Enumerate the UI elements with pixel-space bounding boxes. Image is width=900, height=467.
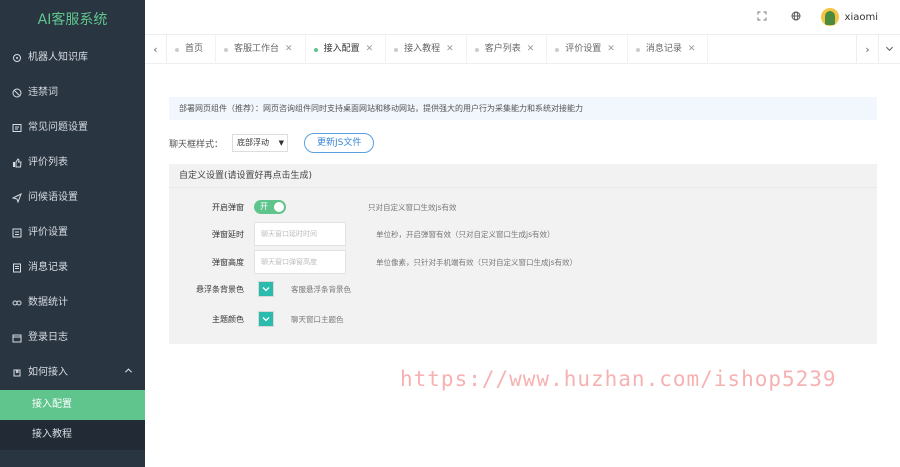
tab-workbench[interactable]: 客服工作台 ✕ [216, 35, 306, 64]
popup-toggle[interactable]: 开 [254, 200, 286, 214]
tab-rating-settings[interactable]: 评价设置 ✕ [547, 35, 628, 64]
sidebar-item-label: 评价设置 [28, 227, 68, 238]
tabs: 首页 客服工作台 ✕ 接入配置 ✕ 接入教程 ✕ 客户列表 ✕ 评价设置 ✕ 消息记录 ✕ [167, 35, 709, 64]
caret-down-icon: ▼ [278, 139, 284, 147]
sidebar-item-how-to-integrate[interactable]: 如何接入 [0, 355, 145, 390]
send-icon [12, 192, 22, 203]
popup-switch-hint: 只对自定义窗口生效js有效 [368, 202, 457, 212]
tab-home[interactable]: 首页 [167, 35, 217, 64]
panel-title: 自定义设置(请设置好再点击生成) [169, 164, 877, 188]
fullscreen-icon[interactable] [745, 11, 779, 24]
tab-bar: ‹ 首页 客服工作台 ✕ 接入配置 ✕ 接入教程 ✕ 客户列表 ✕ 评价设置 ✕ 消息记录… [145, 34, 900, 64]
close-icon[interactable]: ✕ [688, 44, 696, 54]
sidebar-item-greetings[interactable]: 问候语设置 [0, 180, 145, 215]
sidebar-subitem-integration-tutorial[interactable]: 接入教程 [0, 420, 145, 450]
popup-height-input[interactable]: 聊天窗口弹窗高度 [254, 250, 346, 274]
sidebar-item-label: 登录日志 [28, 332, 68, 343]
sidebar-item-faq[interactable]: 常见问题设置 [0, 110, 145, 145]
close-icon[interactable]: ✕ [285, 44, 293, 54]
sidebar: AI客服系统 机器人知识库 违禁词 常见问题设置 评价列表 问候语设置 评价设置… [0, 0, 145, 467]
update-js-button[interactable]: 更新JS文件 [304, 133, 375, 153]
message-icon [12, 263, 22, 273]
sidebar-item-label: 如何接入 [28, 367, 68, 378]
popup-switch-label: 开启弹窗 [212, 202, 244, 212]
app-logo: AI客服系统 [37, 12, 108, 28]
sidebar-item-label: 消息记录 [28, 262, 68, 273]
thumb-icon [12, 157, 22, 168]
chevron-down-icon[interactable] [878, 35, 900, 64]
popup-delay-hint: 单位秒，开启弹窗有效（只对自定义窗口生成js有效） [376, 229, 555, 239]
chart-icon [12, 298, 22, 308]
sidebar-item-statistics[interactable]: 数据统计 [0, 285, 145, 320]
tab-message-records[interactable]: 消息记录 ✕ [628, 35, 709, 64]
chevron-up-icon [124, 355, 133, 390]
avatar[interactable] [820, 8, 839, 26]
chat-style-select[interactable]: 底部浮动 ▼ [232, 134, 288, 152]
close-icon[interactable]: ✕ [527, 44, 535, 54]
close-icon[interactable]: ✕ [607, 44, 615, 54]
chevron-down-icon [262, 287, 270, 292]
chat-style-label: 聊天框样式： [169, 139, 224, 150]
sidebar-subitem-integration-config[interactable]: 接入配置 [0, 390, 145, 420]
sidebar-item-ratings[interactable]: 评价列表 [0, 145, 145, 180]
plug-icon [12, 368, 22, 378]
globe-icon[interactable] [779, 11, 813, 24]
ban-icon [12, 88, 22, 98]
deploy-notice: 部署网页组件（推荐）：网页咨询组件同时支持桌面网站和移动网站，提供强大的用户行为… [169, 97, 877, 120]
list-icon [12, 228, 22, 238]
close-icon[interactable]: ✕ [446, 44, 454, 54]
close-icon[interactable]: ✕ [366, 44, 374, 54]
popup-height-hint: 单位像素，只针对手机端有效（只对自定义窗口生成js有效） [376, 257, 577, 267]
tabs-scroll-right-icon[interactable]: › [856, 35, 878, 64]
float-bg-label: 悬浮条背景色 [196, 284, 244, 294]
popup-delay-row: 弹窗延时 聊天窗口延时时间 单位秒，开启弹窗有效（只对自定义窗口生成js有效） [169, 222, 555, 246]
sidebar-item-label: 问候语设置 [28, 192, 78, 203]
float-bg-hint: 客服悬浮条背景色 [291, 284, 351, 294]
sidebar-item-login-log[interactable]: 登录日志 [0, 320, 145, 355]
popup-height-row: 弹窗高度 聊天窗口弹窗高度 单位像素，只针对手机端有效（只对自定义窗口生成js有… [169, 250, 577, 274]
theme-color-picker[interactable] [258, 311, 274, 327]
theme-color-label: 主题颜色 [212, 314, 244, 324]
sidebar-item-banned-words[interactable]: 违禁词 [0, 75, 145, 110]
robot-icon [12, 53, 22, 63]
sidebar-item-robot-kb[interactable]: 机器人知识库 [0, 40, 145, 75]
top-header: xiaomi [145, 0, 900, 34]
username[interactable]: xiaomi [845, 12, 878, 23]
watermark: https://www.huzhan.com/ishop5239 [400, 367, 837, 391]
chevron-down-icon [262, 317, 270, 322]
popup-height-label: 弹窗高度 [212, 257, 244, 267]
popup-delay-input[interactable]: 聊天窗口延时时间 [254, 222, 346, 246]
sidebar-item-label: 机器人知识库 [28, 52, 88, 63]
sidebar-item-label: 违禁词 [28, 87, 58, 98]
faq-icon [12, 123, 22, 133]
theme-color-row: 主题颜色 聊天窗口主题色 [169, 311, 344, 327]
tab-customer-list[interactable]: 客户列表 ✕ [467, 35, 548, 64]
popup-switch-row: 开启弹窗 开 只对自定义窗口生效js有效 [169, 200, 457, 214]
custom-settings-panel: 自定义设置(请设置好再点击生成) 开启弹窗 开 只对自定义窗口生效js有效 弹窗… [169, 164, 877, 344]
float-bg-color-picker[interactable] [258, 281, 274, 297]
sidebar-item-messages[interactable]: 消息记录 [0, 250, 145, 285]
float-bg-row: 悬浮条背景色 客服悬浮条背景色 [169, 281, 351, 297]
chat-style-row: 聊天框样式： 底部浮动 ▼ 更新JS文件 [169, 132, 375, 154]
sidebar-item-label: 常见问题设置 [28, 122, 88, 133]
tabs-scroll-left-icon[interactable]: ‹ [145, 35, 167, 64]
log-icon [12, 333, 22, 343]
sidebar-item-label: 评价列表 [28, 157, 68, 168]
sidebar-item-label: 数据统计 [28, 297, 68, 308]
theme-color-hint: 聊天窗口主题色 [291, 314, 344, 324]
sidebar-item-rating-settings[interactable]: 评价设置 [0, 215, 145, 250]
tab-integration-config[interactable]: 接入配置 ✕ [306, 35, 387, 64]
tab-integration-tutorial[interactable]: 接入教程 ✕ [386, 35, 467, 64]
popup-delay-label: 弹窗延时 [212, 229, 244, 239]
